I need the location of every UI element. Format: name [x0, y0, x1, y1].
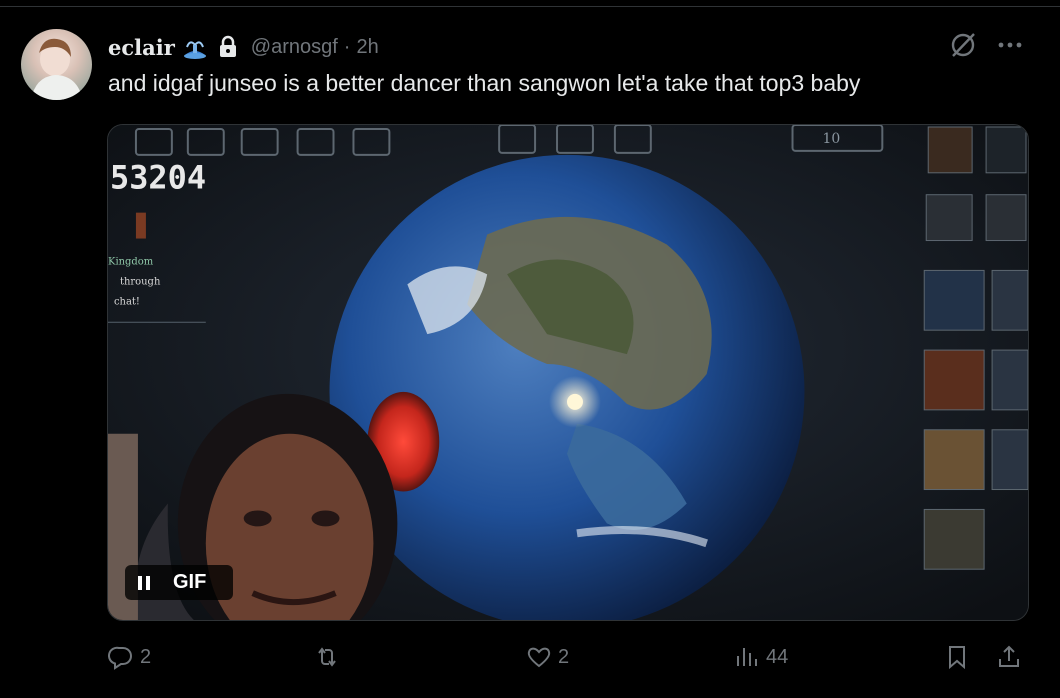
share-icon — [999, 645, 1019, 667]
pause-icon[interactable] — [137, 575, 151, 591]
lock-icon — [217, 35, 239, 59]
tweet-header: eclair @arnosgf · 2h — [108, 32, 379, 62]
repost-icon — [318, 647, 336, 667]
hud-score: 53204 — [110, 159, 206, 197]
share-button[interactable] — [996, 644, 1022, 670]
reply-button[interactable]: 2 — [108, 644, 151, 670]
hud-counter: 10 — [822, 131, 840, 147]
bookmark-button[interactable] — [944, 644, 970, 670]
grok-icon[interactable] — [948, 30, 978, 60]
reply-count: 2 — [140, 645, 152, 668]
like-count: 2 — [558, 645, 570, 668]
repost-button[interactable] — [314, 644, 346, 670]
gif-badge[interactable]: GIF — [125, 565, 233, 600]
views-icon — [737, 648, 757, 666]
more-icon[interactable] — [996, 31, 1024, 59]
reply-icon — [108, 646, 132, 670]
top-divider — [0, 6, 1060, 7]
display-name[interactable]: eclair — [108, 35, 175, 60]
earth-globe — [329, 154, 805, 620]
avatar[interactable] — [21, 29, 92, 100]
header-actions — [948, 30, 1024, 60]
like-icon — [527, 647, 551, 668]
timestamp[interactable]: 2h — [356, 36, 378, 59]
handle[interactable]: @arnosgf — [251, 36, 338, 59]
like-button[interactable]: 2 — [526, 644, 569, 670]
views-count: 44 — [766, 645, 789, 668]
gif-label: GIF — [173, 571, 207, 593]
gif-media[interactable]: 10 53204 Kingdom through chat! — [107, 124, 1029, 621]
action-bar: 2 2 44 — [108, 644, 1028, 680]
hud-chat-line-2: through — [120, 276, 161, 287]
fountain-emoji-icon — [181, 33, 209, 61]
tweet-text: and idgaf junseo is a better dancer than… — [108, 70, 861, 96]
hud-chat-line-3: chat! — [114, 296, 140, 307]
separator-dot: · — [343, 35, 351, 58]
hud-chat-line-1: Kingdom — [108, 256, 154, 267]
bookmark-icon — [949, 646, 965, 670]
views-button[interactable]: 44 — [734, 644, 788, 670]
